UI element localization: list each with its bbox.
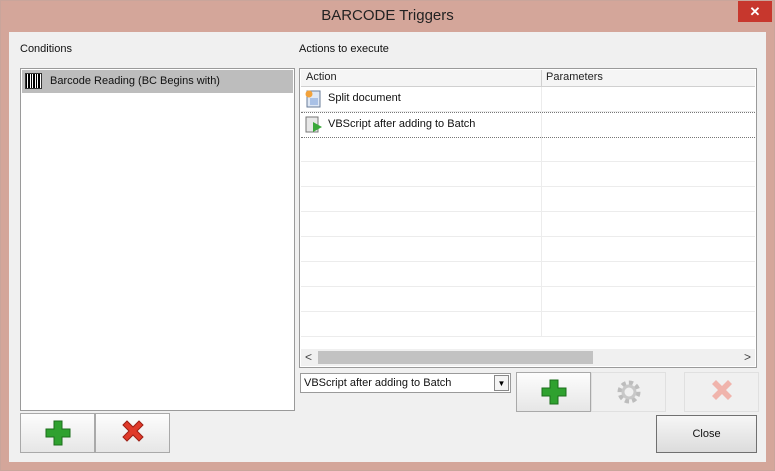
plus-icon: [45, 420, 70, 446]
vbscript-icon: [305, 116, 322, 133]
delete-x-icon: [121, 420, 144, 442]
delete-x-icon: [711, 380, 732, 400]
action-type-select[interactable]: VBScript after adding to Batch ▼: [300, 373, 511, 393]
add-action-button[interactable]: [516, 372, 591, 412]
configure-action-button[interactable]: [591, 372, 666, 412]
close-button[interactable]: Close: [656, 415, 757, 453]
actions-grid[interactable]: Action Parameters Split document VBScrip…: [299, 68, 757, 368]
window-title: BARCODE Triggers: [321, 7, 454, 24]
scrollbar-thumb[interactable]: [318, 351, 593, 364]
table-row[interactable]: Split document: [301, 87, 755, 112]
chevron-down-icon[interactable]: ▼: [494, 375, 509, 391]
plus-icon: [541, 379, 566, 405]
delete-action-button[interactable]: [684, 372, 759, 412]
gear-icon: [617, 380, 640, 404]
condition-item-label: Barcode Reading (BC Begins with): [50, 75, 220, 87]
add-condition-button[interactable]: [20, 413, 95, 453]
dialog-body: Conditions Actions to execute Barcode Re…: [9, 32, 766, 462]
table-row: [301, 162, 755, 187]
horizontal-scrollbar[interactable]: < >: [301, 349, 755, 366]
column-header-action[interactable]: Action: [306, 71, 337, 83]
table-row: [301, 187, 755, 212]
table-row: [301, 312, 755, 337]
condition-item[interactable]: Barcode Reading (BC Begins with): [22, 70, 293, 93]
conditions-list[interactable]: Barcode Reading (BC Begins with): [20, 68, 295, 411]
table-row: [301, 137, 755, 162]
actions-label: Actions to execute: [299, 43, 389, 55]
action-type-value: VBScript after adding to Batch: [304, 377, 452, 389]
action-cell: Split document: [328, 92, 401, 104]
scroll-left-icon[interactable]: <: [305, 349, 312, 366]
table-row: [301, 262, 755, 287]
scroll-right-icon[interactable]: >: [744, 349, 751, 366]
window-close-button[interactable]: ✕: [738, 1, 772, 22]
column-header-parameters[interactable]: Parameters: [546, 71, 603, 83]
title-bar: BARCODE Triggers ✕: [1, 1, 774, 32]
table-row[interactable]: VBScript after adding to Batch: [301, 112, 755, 138]
action-cell: VBScript after adding to Batch: [328, 118, 476, 130]
grid-header: Action Parameters: [301, 70, 755, 87]
barcode-icon: [25, 73, 42, 89]
conditions-label: Conditions: [20, 43, 72, 55]
split-document-icon: [305, 90, 321, 108]
table-row: [301, 212, 755, 237]
barcode-triggers-window: BARCODE Triggers ✕ Conditions Actions to…: [0, 0, 775, 471]
delete-condition-button[interactable]: [95, 413, 170, 453]
table-row: [301, 287, 755, 312]
table-row: [301, 237, 755, 262]
